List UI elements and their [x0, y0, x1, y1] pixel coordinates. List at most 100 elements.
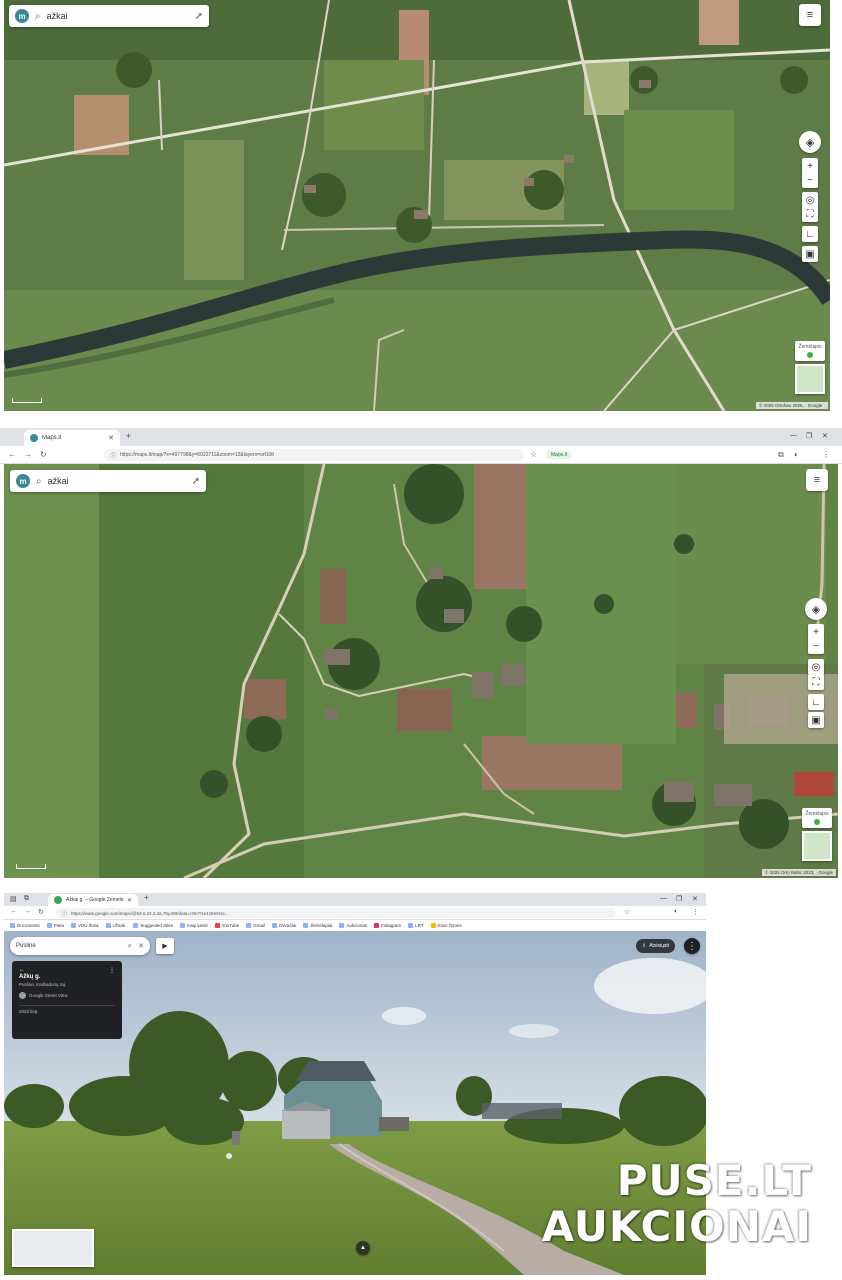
layer-switch-button[interactable]: Žemėlapis [795, 341, 825, 361]
watermark: PUSE.LT AUKCIONAI [542, 1156, 812, 1250]
tab-close-icon[interactable]: ✕ [127, 897, 132, 904]
pin-icon[interactable]: ⋮ [109, 967, 115, 974]
minimap[interactable] [795, 364, 825, 394]
map-panel-middle[interactable]: m ⌕ ažkai ➚ ≡ ◈ + − ◎ ⛶ ∟ ▣ Žemėlapis © … [4, 464, 838, 878]
bookmark-item[interactable]: VDU Žinia [71, 923, 99, 928]
tab-actions-icon[interactable]: ▤ [10, 895, 17, 903]
browser-tab[interactable]: Ažkai g. – Google Žemėlapiai ✕ [48, 894, 138, 906]
bookmark-star-icon[interactable]: ☆ [530, 450, 537, 459]
forward-icon[interactable]: → [24, 450, 32, 459]
profile-icon[interactable]: ◐ [794, 450, 799, 459]
bookmark-item[interactable]: Žemėlapiai [303, 923, 332, 928]
extension-chip[interactable]: Maps.lt [546, 451, 573, 459]
reload-icon[interactable]: ↻ [40, 450, 47, 459]
browser-tabstrip-bottom: ▤ ⧉ Ažkai g. – Google Žemėlapiai ✕ + — ❐… [4, 893, 706, 906]
minimize-icon[interactable]: — [660, 895, 667, 902]
reload-icon[interactable]: ↻ [38, 908, 44, 916]
compass-icon[interactable]: ◈ [799, 131, 821, 153]
bookmark-item[interactable]: Gmail [246, 923, 265, 928]
layer-switch-button[interactable]: Žemėlapis [802, 808, 832, 828]
bookmark-item[interactable]: Kitos žymės [430, 923, 462, 928]
back-arrow-icon[interactable]: ← [19, 967, 25, 974]
search-icon[interactable]: ⌕ [35, 11, 41, 22]
compass-icon[interactable]: ◈ [805, 598, 827, 620]
bookmark-item[interactable]: Instagram [374, 923, 401, 928]
minimize-icon[interactable]: — [790, 432, 797, 439]
back-icon[interactable]: ← [10, 908, 17, 915]
map-panel-top[interactable]: m ⌕ ažkai ➚ ≡ ◈ + − ◎ ⛶ ∟ ▣ Žemėlapis © … [4, 0, 830, 411]
bookmark-star-icon[interactable]: ☆ [624, 908, 630, 916]
measure-icon[interactable]: ∟ [808, 694, 824, 710]
address-bar[interactable]: ⓘ https://www.google.com/maps/@54.6,24.3… [56, 908, 616, 918]
download-button[interactable]: ⇪ Atsisiųsti [636, 939, 675, 953]
camera-icon[interactable]: ▶ [156, 938, 174, 954]
bookmark-item[interactable]: Kaip keisti [180, 923, 208, 928]
search-input[interactable]: Pusline [16, 943, 122, 949]
url-text[interactable]: https://maps.lt/map/?x=497798&y=6022711&… [120, 452, 518, 458]
bookmark-item[interactable]: Suggested Sites [133, 923, 173, 928]
address-bar[interactable]: ⓘ https://maps.lt/map/?x=497798&y=602271… [104, 449, 524, 461]
measure-icon[interactable]: ∟ [802, 226, 818, 242]
bookmark-item[interactable]: Užsak. [105, 923, 126, 928]
location-card: ← ⋮ Ažkų g. Pusline, Kaišiadorių raj. Go… [12, 961, 122, 1039]
street-view-minimap[interactable] [12, 1229, 94, 1267]
tab-favicon-icon [54, 896, 62, 904]
tab-close-icon[interactable]: ✕ [108, 434, 114, 442]
extensions-icon[interactable]: ⧉ [778, 450, 784, 460]
location-title: Ažkų g. [19, 974, 41, 980]
map-search-bar[interactable]: m ⌕ ažkai ➚ [10, 470, 206, 492]
tab-groups-icon[interactable]: ⧉ [24, 895, 29, 903]
bookmark-item[interactable]: Aukcionas [339, 923, 367, 928]
tab-favicon-icon [30, 434, 38, 442]
new-tab-icon[interactable]: + [126, 431, 131, 441]
settings-icon[interactable]: ⋮ [692, 908, 699, 916]
bookmark-item[interactable]: Pieta [46, 923, 64, 928]
maps-logo-icon: m [16, 474, 30, 488]
browser-tab[interactable]: Maps.lt ✕ [24, 430, 120, 446]
bookmark-item[interactable]: LRT [408, 923, 424, 928]
clear-icon[interactable]: ✕ [138, 942, 144, 950]
street-view-search[interactable]: Pusline ⌕ ✕ [10, 937, 150, 955]
layer-dot-icon [814, 819, 820, 825]
route-icon[interactable]: ➚ [192, 476, 200, 487]
more-options-icon[interactable]: ⋮ [684, 938, 700, 954]
bookmark-item[interactable]: YouTube [214, 923, 239, 928]
close-window-icon[interactable]: ✕ [822, 432, 828, 440]
site-info-icon[interactable]: ⓘ [62, 910, 67, 917]
search-input[interactable]: ažkai [47, 11, 189, 21]
menu-button[interactable]: ≡ [799, 4, 821, 26]
bookmark-item[interactable]: Documents [10, 923, 40, 928]
direction-arrow-icon[interactable]: ▲ [356, 1241, 370, 1255]
map-search-bar[interactable]: m ⌕ ažkai ➚ [9, 5, 209, 27]
search-input[interactable]: ažkai [48, 476, 186, 486]
menu-button[interactable]: ≡ [806, 469, 828, 491]
layer-dot-icon [807, 352, 813, 358]
zoom-out-button[interactable]: − [802, 172, 818, 188]
bookmark-item[interactable]: Dviračiai [272, 923, 296, 928]
maximize-icon[interactable]: ❐ [806, 432, 812, 440]
site-info-icon[interactable]: ⓘ [110, 451, 116, 460]
search-icon[interactable]: ⌕ [128, 941, 132, 951]
settings-icon[interactable]: ⋮ [822, 450, 830, 459]
locate-icon[interactable]: ◎ [808, 659, 824, 675]
route-icon[interactable]: ➚ [195, 11, 203, 22]
print-icon[interactable]: ▣ [802, 246, 818, 262]
maximize-icon[interactable]: ❐ [676, 895, 682, 903]
back-icon[interactable]: ← [8, 450, 16, 459]
zoom-out-button[interactable]: − [808, 638, 824, 654]
maps-logo-icon: m [15, 9, 29, 23]
new-tab-icon[interactable]: + [144, 893, 149, 902]
search-icon[interactable]: ⌕ [36, 476, 42, 487]
watermark-line-1: PUSE.LT [616, 1156, 812, 1205]
close-window-icon[interactable]: ✕ [692, 895, 698, 903]
print-icon[interactable]: ▣ [808, 712, 824, 728]
fullscreen-icon[interactable]: ⛶ [802, 206, 818, 222]
profile-icon[interactable]: ◐ [674, 908, 678, 915]
share-icon: ⇪ [642, 943, 647, 949]
url-text[interactable]: https://www.google.com/maps/@54.6,24.3,3… [71, 911, 610, 916]
minimap[interactable] [802, 831, 832, 861]
capture-date[interactable]: 2023 liep. [19, 1005, 115, 1014]
map-attribution: © 2025 Ortofoto 2025, · Google · [756, 402, 828, 409]
fullscreen-icon[interactable]: ⛶ [808, 674, 824, 690]
forward-icon[interactable]: → [24, 908, 31, 915]
